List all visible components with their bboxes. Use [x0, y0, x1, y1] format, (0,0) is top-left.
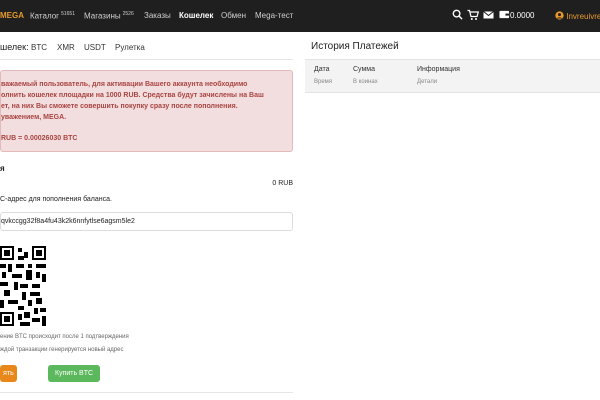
- nav-exchange[interactable]: Обмен: [221, 11, 246, 20]
- qr-code: [0, 246, 46, 326]
- shops-count-badge: 2526: [122, 11, 134, 17]
- brand-logo[interactable]: MEGA: [0, 11, 24, 20]
- nav-shops[interactable]: Магазины 2526: [84, 11, 134, 21]
- alert-line: уважением, MEGA.: [1, 114, 67, 121]
- nav-catalog[interactable]: Каталог 51651: [30, 11, 75, 21]
- bottom-divider: [0, 392, 293, 393]
- wallet-balance-value: 0 RUB: [272, 180, 293, 187]
- tabs-divider: [0, 59, 293, 60]
- confirmation-note: ение BTC происходит после 1 подтверждени…: [0, 334, 129, 340]
- user-menu[interactable]: Invreuivrenbt: [555, 11, 600, 21]
- catalog-count-badge: 51651: [61, 11, 75, 17]
- column-sub-date: Время: [314, 79, 333, 85]
- balance-amount: 0.0000: [510, 11, 535, 20]
- tab-btc[interactable]: BTC: [31, 43, 47, 52]
- new-address-note: ждой транзакции генерируется новый адрес: [0, 347, 124, 353]
- exchange-rate: RUB = 0.00026030 BTC: [1, 135, 78, 142]
- user-icon: [555, 11, 564, 20]
- column-sub-info: Детали: [417, 79, 438, 85]
- wallet-heading: шелек:: [0, 42, 29, 52]
- buy-btc-button[interactable]: Купить BTC: [48, 365, 100, 382]
- column-header-date: Дата: [314, 66, 330, 73]
- alert-line: важаемый пользователь, для активации Ваш…: [1, 81, 248, 88]
- deposit-address: qvkccgg32f8a4fu43k2k6nnfytlse6agsm5le2: [1, 218, 135, 225]
- deposit-address-field[interactable]: qvkccgg32f8a4fu43k2k6nnfytlse6agsm5le2: [0, 212, 293, 231]
- deposit-button[interactable]: ять: [0, 365, 17, 382]
- alert-line: олнить кошелек площадки на 1000 RUB. Сре…: [1, 92, 264, 99]
- payment-history-title: История Платежей: [311, 41, 399, 52]
- nav-orders[interactable]: Заказы: [144, 11, 171, 20]
- tab-xmr[interactable]: XMR: [57, 43, 75, 52]
- tab-usdt[interactable]: USDT: [84, 43, 106, 52]
- activation-alert: важаемый пользователь, для активации Ваш…: [0, 70, 293, 152]
- nav-mega-test[interactable]: Mega-тест: [255, 11, 293, 20]
- section-title: я: [0, 164, 5, 173]
- wallet-icon[interactable]: [498, 9, 510, 21]
- username: Invreuivrenbt: [566, 12, 600, 21]
- mail-icon[interactable]: [483, 9, 495, 21]
- column-header-info: Информация: [417, 66, 460, 73]
- cart-icon[interactable]: [467, 9, 480, 21]
- column-sub-amount: В коинах: [353, 79, 378, 85]
- payment-history-table: Дата Время Сумма В коинах Информация Дет…: [305, 59, 600, 93]
- column-header-amount: Сумма: [353, 66, 375, 73]
- top-navbar: MEGA Каталог 51651 Магазины 2526 Заказы Ко…: [0, 0, 600, 32]
- deposit-instruction: С-адрес для пополнения баланса.: [0, 196, 112, 203]
- search-icon[interactable]: [451, 9, 463, 21]
- alert-line: ет, на них Вы сможете совершить покупку …: [1, 103, 238, 110]
- tab-roulette[interactable]: Рулетка: [115, 43, 145, 52]
- nav-wallet[interactable]: Кошелек: [179, 11, 213, 20]
